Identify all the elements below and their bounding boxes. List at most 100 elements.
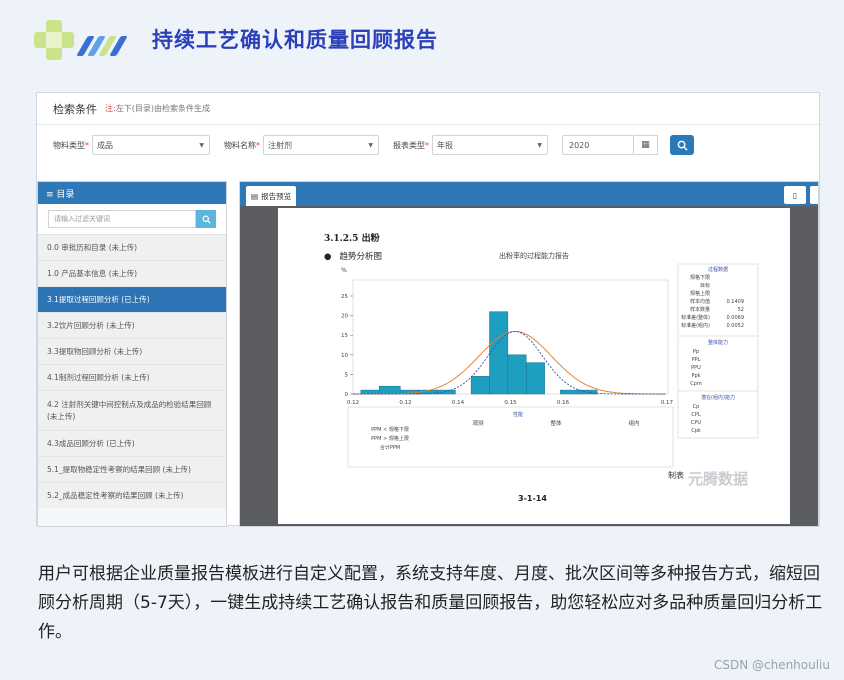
y-axis-label: % [341,267,347,274]
perf-row-label: PPM > 规格上限 [371,435,409,442]
sidebar-item[interactable]: 4.2 注射剂关键中间控制点及成品的检验结果回顾 (未上传) [38,390,226,430]
stats-label: 目标 [700,282,710,289]
chevron-down-icon: ▼ [537,142,542,149]
catalog-search-button[interactable] [196,210,216,228]
overall-label: PPL [692,357,701,363]
sidebar-item[interactable]: 4.1制剂过程回顾分析 (未上传) [38,364,226,390]
y-tick-label: 25 [341,294,348,300]
y-tick-label: 5 [345,372,349,378]
search-note: 注:左下(目录)由检索条件生成 [105,104,210,113]
x-tick-label: 0.12 [347,400,359,406]
print-button[interactable] [810,186,818,204]
sidebar-item[interactable]: 5.2_成品稳定性考察的结果回顾 (未上传) [38,482,226,508]
stats-label: 标准差(整体) [681,314,710,321]
file-icon: ▯ [792,190,798,200]
tab-report-preview[interactable]: ▤ 报告预览 [246,186,297,206]
stats-value: 0.0052 [727,323,745,329]
perf-col-label: 观测 [472,419,484,427]
description-paragraph: 用户可根据企业质量报告模板进行自定义配置，系统支持年度、月度、批次区间等多种报告… [38,564,823,642]
overall-title: 整体能力 [708,339,728,346]
perf-title: 性能 [513,411,523,418]
report-preview-panel: ▤ 报告预览 ▯ 3.1.2.5 出粉 ● 趋势分析图 出粉率的过程能力报告% 0 5… [239,181,819,527]
report-page: 3.1.2.5 出粉 ● 趋势分析图 出粉率的过程能力报告% 0 5 10 15 20 25… [278,208,790,524]
perf-row-label: PPM < 规格下限 [371,426,409,433]
report-tabbar: ▤ 报告预览 ▯ [240,182,818,206]
sidebar-item[interactable]: 1.0 产品基本信息 (未上传) [38,260,226,286]
histogram-bar [560,389,579,395]
search-title: 检索条件 [53,102,97,116]
stats-value: 0.1409 [727,299,745,305]
chart-title: 出粉率的过程能力报告 [499,251,569,260]
y-tick-label: 0 [345,392,349,398]
catalog-search: 请输入过滤关键词 [38,204,226,234]
search-header: 检索条件 注:左下(目录)由检索条件生成 [37,93,819,125]
perf-col-label: 整体 [550,419,562,427]
x-tick-label: 0.12 [399,400,411,406]
within-title: 潜在(组内)能力 [701,394,735,401]
y-tick-label: 20 [341,314,348,320]
x-tick-label: 0.16 [557,400,570,406]
material-type-select[interactable]: 成品 ▼ [92,135,210,155]
stats-label: 规格下限 [690,274,710,281]
histogram-bar [379,385,401,395]
x-tick-label: 0.14 [452,400,465,406]
histogram-bar [436,389,456,395]
header-banner: 持续工艺确认和质量回顾报告 [0,0,844,76]
material-name-select[interactable]: 注射剂 ▼ [263,135,379,155]
stats-value: 0.0069 [727,315,745,321]
histogram-bar [489,311,509,395]
report-type-label: 报表类型* [393,140,429,150]
search-button[interactable] [670,135,694,155]
stats-title: 过程数据 [708,266,728,273]
stats-label: 样本均值 [690,298,710,305]
overall-label: Pp [693,349,699,355]
within-label: Cp [693,404,700,410]
year-input[interactable]: 2020 [562,135,634,155]
slash-decoration-icon [76,36,128,56]
search-icon [202,215,211,224]
page-number: 3-1-14 [518,494,547,503]
filter-bar: 物料类型* 成品 ▼ 物料名称* 注射剂 ▼ 报表类型* 年报 ▼ 2020 ▦ [37,125,819,165]
stats-label: 样本数量 [690,306,710,313]
search-icon [677,140,688,151]
stats-value: 52 [738,307,744,313]
plus-logo-icon [34,20,74,60]
material-name-label: 物料名称* [224,140,260,150]
overall-label: PPU [691,365,701,371]
chevron-down-icon: ▼ [199,142,204,149]
document-icon: ▤ [251,191,259,201]
sidebar-item[interactable]: 3.2饮片回顾分析 (未上传) [38,312,226,338]
x-tick-label: 0.15 [504,400,517,406]
sidebar-item[interactable]: 0.0 审批历和目录 (未上传) [38,234,226,260]
sidebar-item[interactable]: 5.1_提取物稳定性考察的结果回顾 (未上传) [38,456,226,482]
capability-chart: 出粉率的过程能力报告% 0 5 10 15 20 25 0.12 0.12 0.14 0.15 0.1… [341,251,759,468]
report-type-select[interactable]: 年报 ▼ [432,135,548,155]
histogram-bar [507,354,527,395]
x-tick-label: 0.17 [661,400,674,406]
material-type-label: 物料类型* [53,140,89,150]
catalog-list: 0.0 审批历和目录 (未上传) 1.0 产品基本信息 (未上传) 3.1提取过程回… [38,234,226,508]
export-pdf-button[interactable]: ▯ [784,186,806,204]
catalog-search-input[interactable]: 请输入过滤关键词 [48,210,196,228]
histogram-bar [526,362,545,395]
y-tick-label: 10 [341,353,348,359]
sidebar-item[interactable]: 3.1提取过程回顾分析 (已上传) [38,286,226,312]
chevron-down-icon: ▼ [368,142,373,149]
within-label: CPL [691,412,701,418]
catalog-header: ≡ 目录 [38,182,226,204]
calendar-icon[interactable]: ▦ [634,135,658,155]
page-title: 持续工艺确认和质量回顾报告 [152,28,438,52]
perf-col-label: 组内 [628,419,639,427]
y-tick-label: 15 [341,333,348,339]
within-label: CPU [691,420,702,426]
perf-row-label: 合计PPM [380,444,400,451]
report-viewer[interactable]: 3.1.2.5 出粉 ● 趋势分析图 出粉率的过程能力报告% 0 5 10 15 20 25… [240,206,818,526]
sidebar-item[interactable]: 4.3成品回顾分析 (已上传) [38,430,226,456]
catalog-sidebar: ≡ 目录 请输入过滤关键词 0.0 审批历和目录 (未上传) 1.0 产品基本信息… [37,181,227,527]
stats-label: 规格上限 [690,290,710,297]
credit-text: CSDN @chenhouliu [713,658,830,672]
watermark: 元腾数据 [688,470,749,488]
overall-label: Cpm [690,381,702,387]
sidebar-item[interactable]: 3.3提取物回顾分析 (未上传) [38,338,226,364]
within-label: Cpk [691,428,701,434]
